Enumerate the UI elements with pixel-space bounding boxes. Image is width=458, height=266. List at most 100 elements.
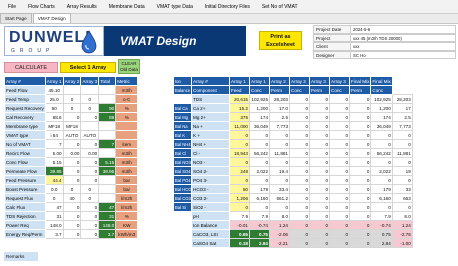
row-label: TDS Rejection [4,211,46,221]
analysis-value: 0 [269,175,290,185]
print-button-line1: Print as [270,34,291,40]
menu-file[interactable]: File [8,4,16,10]
array2-value[interactable]: 0 [62,103,82,113]
array2-value[interactable] [62,85,82,95]
clear-line2: Old Data [120,67,138,72]
analysis-value: 0 [309,211,330,221]
analysis-value: 2.5 [269,112,290,122]
array3-value[interactable]: 0 [80,103,100,113]
menu-bar: File Flow Charts Array Results Membrane … [0,0,458,14]
select-array-button[interactable]: Select 1 Array [60,62,116,73]
analysis-value: 0 [249,157,270,167]
analysis-value: 0 [348,157,372,167]
analysis-value: 0 [309,103,330,113]
array1-value[interactable]: 0.0 [44,184,64,194]
analysis-value: 0 [249,130,270,140]
analysis-value: 0 [329,211,350,221]
menu-membrane-data[interactable]: Membrane Data [109,4,145,10]
col-header: Array 2 [269,76,290,86]
calculate-button[interactable]: CALCULATE [4,62,58,73]
array2-value[interactable]: MF18 [62,121,82,131]
analysis-value: 0 [329,166,350,176]
array3-value[interactable] [80,121,100,131]
tab-vmat-design[interactable]: VMAT Design [32,13,71,23]
array1-value[interactable]: 25.0 [44,94,64,104]
tab-start-page[interactable]: Start Page [0,13,32,23]
analysis-value: 19 [391,166,413,176]
row-label: No of VMAT [4,139,46,149]
array1-value[interactable]: 0 [44,193,64,203]
project-date-label: Project Date [313,25,351,34]
analysis-value: 0 [289,103,310,113]
analysis-value: 0 [348,112,372,122]
array3-value: 0 [80,139,100,149]
table-row: NO3 -000000000 [191,157,413,167]
analysis-value: 0 [348,103,372,113]
analysis-value: 0 [348,121,372,131]
project-row: Designer SC Ho [313,50,456,59]
analysis-value: 17 [391,103,413,113]
analysis-value[interactable]: 11,000 [229,121,250,131]
analysis-value[interactable]: 375 [229,112,250,122]
analysis-value[interactable]: 0 [229,157,250,167]
analysis-value: 0 [289,139,310,149]
menu-flow-charts[interactable]: Flow Charts [28,4,55,10]
analysis-value: 1.24 [269,220,290,230]
analysis-value: -0.74 [249,220,270,230]
analysis-value[interactable]: 0 [229,139,250,149]
analysis-value[interactable]: 15.2 [229,103,250,113]
analysis-value[interactable]: 0 [229,175,250,185]
array3-value: 0 [80,211,100,221]
page-title: VMAT Design [120,34,197,48]
array3-value[interactable]: 0 [80,184,100,194]
client-field[interactable]: xxx [351,42,456,51]
analysis-value[interactable]: 0 [229,130,250,140]
print-excel-button[interactable]: Print as Excelsheet [259,31,302,50]
total-value [98,175,117,185]
array3-value: 0.00 [80,148,100,158]
analysis-value[interactable]: 50 [229,184,250,194]
col-header: Array 1 [229,76,250,86]
array3-value: 0 [80,229,100,239]
menu-array-results[interactable]: Array Results [67,4,97,10]
analysis-value[interactable]: 0 [229,202,250,212]
table-row: VMAT type i 84 AUTO AUTO [4,130,139,140]
array2-value[interactable]: 0 [62,184,82,194]
analysis-value: 0 [289,130,310,140]
row-label: Power Req [4,220,46,230]
analysis-value: 0 [289,202,310,212]
array1-value: 47 [44,202,64,212]
analysis-value[interactable]: 20,615 [229,94,250,104]
analysis-value: 661.2 [269,193,290,203]
unit-label: m3/h [115,148,139,158]
menu-set-no-of-vmat[interactable]: Set No of VMAT [262,4,298,10]
array3-value[interactable]: AUTO [80,130,100,140]
array3-value[interactable]: 0 [80,94,100,104]
clear-old-data-button[interactable]: CLEAR Old Data [118,59,140,74]
menu-vmat-type-data[interactable]: VMAT type Data [157,4,193,10]
project-date-field[interactable]: 2024-5-6 [351,25,456,34]
analysis-value[interactable]: 18,943 [229,148,250,158]
array2-value[interactable]: 40 [62,193,82,203]
array1-value[interactable]: MF18 [44,121,64,131]
array3-value[interactable]: 0 [80,193,100,203]
designer-field[interactable]: SC Ho [351,50,456,59]
array1-value[interactable]: i 84 [44,130,64,140]
title-banner: VMAT Design [104,26,246,56]
menu-initial-directory-files[interactable]: Initial Directory Files [205,4,250,10]
project-name-field[interactable]: xxx 45 (m3/h TDS 20000) [351,33,456,42]
designer-label: Designer [313,50,351,59]
row-label: Request Flux [4,193,46,203]
array2-value[interactable]: AUTO [62,130,82,140]
analysis-value[interactable]: 248 [229,166,250,176]
array2-value[interactable]: 0 [62,94,82,104]
array3-value[interactable] [80,85,100,95]
water-analysis-body: TDS 20,615 102,925 28,203 0 0 0 0 102,925 28,203 C… [191,94,413,248]
analysis-value: 0 [348,220,372,230]
analysis-value[interactable]: 1,206 [229,193,250,203]
component-label: Cl - [191,148,230,158]
total-value [98,121,117,131]
array1-value[interactable]: 90 [44,103,64,113]
table-row: SO4 2- 248 2,022 19.4 0 0 0 0 2,022 19 [191,166,413,176]
array1-value[interactable]: 45.10 [44,85,64,95]
